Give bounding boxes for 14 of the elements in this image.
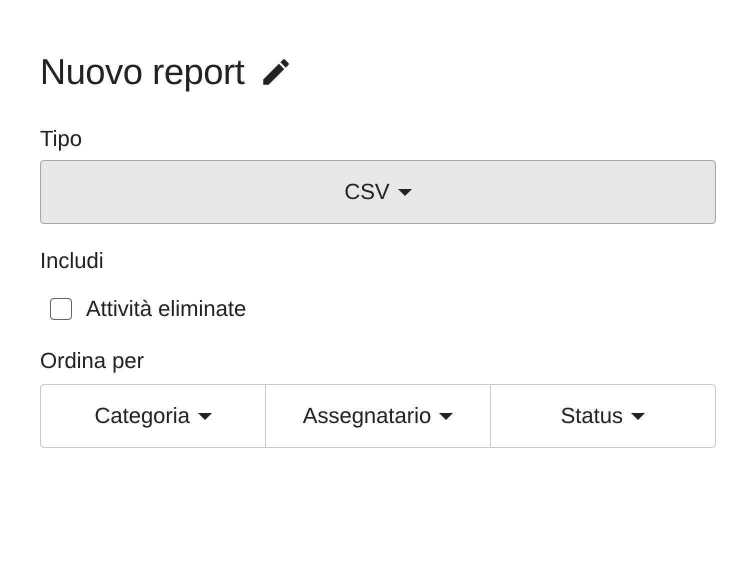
field-label: Tipo (40, 125, 83, 153)
sort-dropdown[interactable]: Status (490, 384, 716, 448)
checkbox-label[interactable]: Attività eliminate (86, 296, 246, 322)
field-label: Includi (40, 247, 105, 275)
caret-icon (439, 412, 454, 420)
caret-icon (398, 188, 412, 196)
type-dropdown[interactable]: CSV (40, 160, 716, 224)
sort-dropdown[interactable]: Assegnatario (264, 384, 492, 448)
caret-icon (198, 412, 212, 420)
caret-icon (631, 412, 645, 420)
report-title: Nuovo report (40, 51, 245, 93)
sort-dropdown[interactable]: Categoria (40, 384, 266, 448)
field-label: Ordina per (40, 347, 145, 375)
checkbox[interactable] (50, 298, 72, 320)
